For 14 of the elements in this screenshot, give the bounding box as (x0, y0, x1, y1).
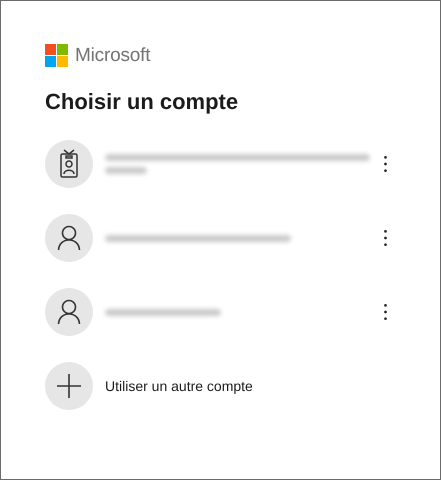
more-icon (384, 156, 386, 172)
badge-icon (58, 149, 80, 179)
account-avatar[interactable] (45, 214, 93, 262)
plus-icon (45, 362, 93, 410)
account-avatar[interactable] (45, 140, 93, 188)
more-icon (384, 304, 386, 320)
person-icon (57, 299, 81, 325)
more-icon (384, 230, 386, 246)
logo-icon (45, 44, 68, 67)
brand-name: Microsoft (75, 44, 150, 66)
account-avatar[interactable] (45, 288, 93, 336)
page-title: Choisir un compte (45, 89, 240, 115)
person-icon (57, 225, 81, 251)
add-account-button[interactable]: Utiliser un autre compte (45, 349, 253, 423)
